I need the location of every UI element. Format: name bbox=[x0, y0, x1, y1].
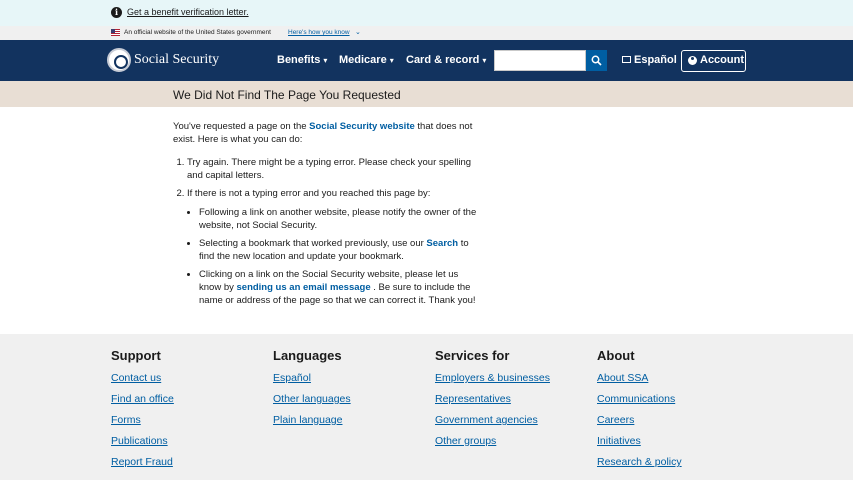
footer-link-plain-language[interactable]: Plain language bbox=[273, 414, 433, 435]
account-button[interactable]: Account bbox=[681, 50, 746, 72]
title-band bbox=[0, 81, 853, 107]
list-item: If there is not a typing error and you r… bbox=[187, 187, 483, 307]
gov-banner: An official website of the United States… bbox=[0, 26, 853, 40]
search-input[interactable] bbox=[494, 50, 586, 71]
chevron-down-icon: ▾ bbox=[482, 56, 487, 65]
sub1-text: Following a link on another website, ple… bbox=[199, 207, 477, 231]
sub2-text: Selecting a bookmark that worked previou… bbox=[199, 238, 427, 249]
benefit-letter-link[interactable]: Get a benefit verification letter. bbox=[127, 7, 249, 17]
nav-medicare[interactable]: Medicare ▾ bbox=[339, 54, 394, 66]
search-button[interactable] bbox=[586, 50, 607, 71]
gov-banner-text: An official website of the United States… bbox=[124, 29, 271, 36]
footer-link-research-policy[interactable]: Research & policy bbox=[597, 456, 757, 477]
chevron-down-icon: ⌄ bbox=[355, 29, 361, 36]
footer-link-espanol[interactable]: Español bbox=[273, 372, 433, 393]
step1-text: Try again. There might be a typing error… bbox=[187, 157, 472, 181]
footer-heading: About bbox=[597, 348, 635, 363]
footer-heading: Support bbox=[111, 348, 161, 363]
main-content: You've requested a page on the Social Se… bbox=[173, 120, 483, 312]
email-message-link[interactable]: sending us an email message bbox=[237, 282, 371, 293]
footer-link-careers[interactable]: Careers bbox=[597, 414, 757, 435]
account-icon bbox=[688, 56, 697, 65]
alert-bar: i Get a benefit verification letter. bbox=[0, 0, 853, 26]
nav-card-record[interactable]: Card & record ▾ bbox=[406, 54, 486, 66]
language-icon bbox=[622, 56, 631, 63]
footer-link-other-groups[interactable]: Other groups bbox=[435, 435, 595, 456]
chevron-down-icon: ▾ bbox=[323, 56, 328, 65]
ssa-seal-logo[interactable] bbox=[107, 48, 131, 72]
brand-name[interactable]: Social Security bbox=[134, 52, 219, 68]
footer-col-languages: Languages Español Other languages Plain … bbox=[273, 348, 433, 435]
nav-medicare-label: Medicare bbox=[339, 54, 387, 66]
page-title: We Did Not Find The Page You Requested bbox=[173, 88, 401, 102]
list-item: Try again. There might be a typing error… bbox=[187, 156, 483, 182]
nav-benefits-label: Benefits bbox=[277, 54, 321, 66]
espanol-link[interactable]: Español bbox=[622, 54, 677, 66]
account-label: Account bbox=[700, 54, 744, 66]
step2-text: If there is not a typing error and you r… bbox=[187, 188, 431, 199]
list-item: Clicking on a link on the Social Securit… bbox=[199, 268, 483, 307]
footer-link-employers[interactable]: Employers & businesses bbox=[435, 372, 595, 393]
info-icon: i bbox=[111, 7, 122, 18]
espanol-label: Español bbox=[634, 54, 677, 66]
footer-link-report-fraud[interactable]: Report Fraud bbox=[111, 456, 271, 477]
footer-link-about-ssa[interactable]: About SSA bbox=[597, 372, 757, 393]
footer-link-communications[interactable]: Communications bbox=[597, 393, 757, 414]
footer-link-representatives[interactable]: Representatives bbox=[435, 393, 595, 414]
search-icon bbox=[591, 55, 602, 66]
intro-paragraph: You've requested a page on the Social Se… bbox=[173, 120, 483, 146]
footer-link-find-office[interactable]: Find an office bbox=[111, 393, 271, 414]
footer-heading: Languages bbox=[273, 348, 342, 363]
footer-col-support: Support Contact us Find an office Forms … bbox=[111, 348, 271, 477]
nav-benefits[interactable]: Benefits ▾ bbox=[277, 54, 327, 66]
search-link[interactable]: Search bbox=[426, 238, 458, 249]
list-item: Selecting a bookmark that worked previou… bbox=[199, 237, 483, 263]
footer-link-government-agencies[interactable]: Government agencies bbox=[435, 414, 595, 435]
ssa-website-link[interactable]: Social Security website bbox=[309, 121, 415, 132]
footer-col-services: Services for Employers & businesses Repr… bbox=[435, 348, 595, 456]
footer-heading: Services for bbox=[435, 348, 510, 363]
footer-link-other-languages[interactable]: Other languages bbox=[273, 393, 433, 414]
heres-how-you-know-link[interactable]: Here's how you know bbox=[288, 29, 350, 36]
footer-link-publications[interactable]: Publications bbox=[111, 435, 271, 456]
list-item: Following a link on another website, ple… bbox=[199, 206, 483, 232]
nav-card-record-label: Card & record bbox=[406, 54, 480, 66]
footer-link-contact-us[interactable]: Contact us bbox=[111, 372, 271, 393]
us-flag-icon bbox=[111, 29, 120, 36]
sub-list: Following a link on another website, ple… bbox=[187, 206, 483, 307]
chevron-down-icon: ▾ bbox=[389, 56, 394, 65]
footer-col-about: About About SSA Communications Careers I… bbox=[597, 348, 757, 477]
footer-link-forms[interactable]: Forms bbox=[111, 414, 271, 435]
intro-text: You've requested a page on the bbox=[173, 121, 310, 132]
steps-list: Try again. There might be a typing error… bbox=[173, 156, 483, 307]
footer-link-initiatives[interactable]: Initiatives bbox=[597, 435, 757, 456]
